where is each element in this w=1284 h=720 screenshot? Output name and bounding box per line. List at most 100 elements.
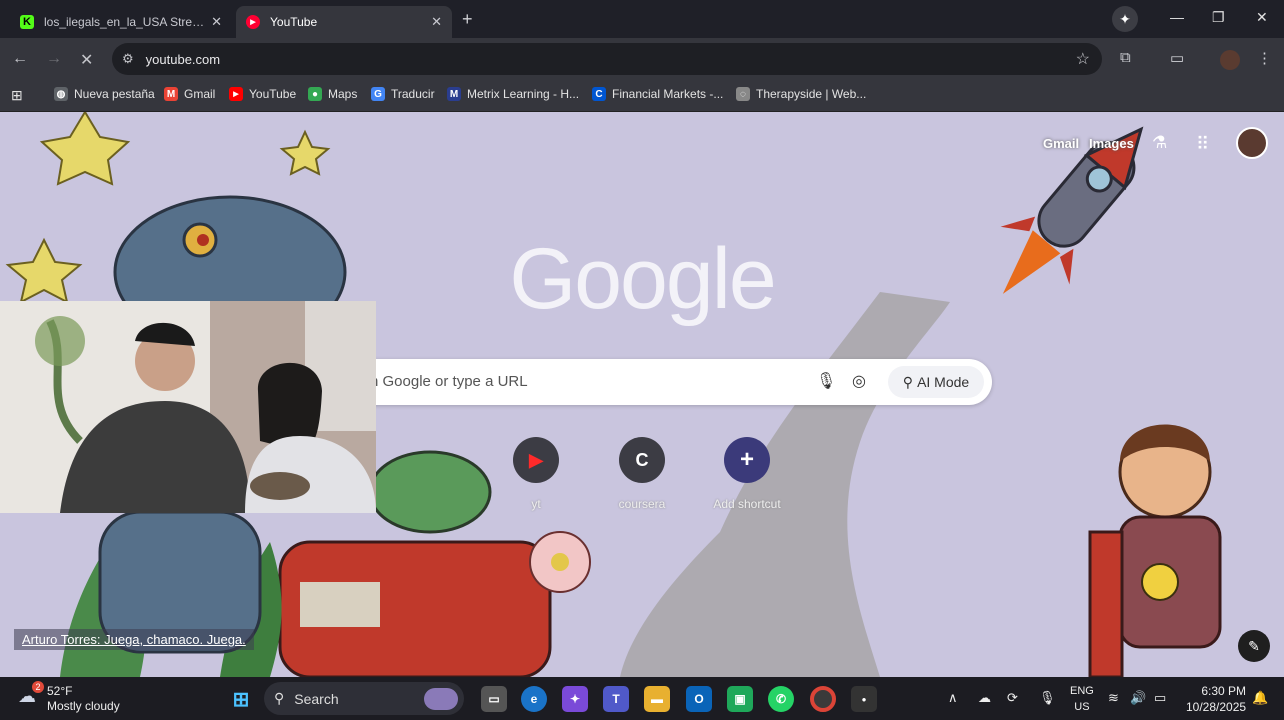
theme-attribution-link[interactable]: Arturo Torres: Juega, chamaco. Juega. <box>14 629 254 650</box>
webcam-overlay <box>0 301 376 513</box>
images-link[interactable]: Images <box>1089 136 1134 151</box>
apps-grid-icon[interactable]: ⊞ <box>11 87 23 104</box>
bookmark-label: Therapyside | Web... <box>756 87 867 101</box>
close-window-button[interactable]: ✕ <box>1256 9 1268 26</box>
gemini-icon[interactable]: ✦ <box>1112 6 1138 32</box>
lang-region: US <box>1074 701 1090 713</box>
tray-mic-icon[interactable]: 🎙 <box>1039 690 1056 706</box>
therapyside-icon: ◌ <box>736 87 750 101</box>
edge-icon[interactable]: e <box>521 686 547 712</box>
bookmark-maps[interactable]: ● Maps <box>308 87 357 101</box>
search-box[interactable]: h Google or type a URL 🎙 ◎ ⚲ AI Mode <box>290 359 992 405</box>
bookmark-label: Metrix Learning - H... <box>467 87 580 101</box>
file-explorer-icon[interactable]: ▬ <box>644 686 670 712</box>
maps-icon: ● <box>308 87 322 101</box>
account-avatar[interactable] <box>1236 127 1268 159</box>
task-view-icon[interactable]: ▭ <box>481 686 507 712</box>
bookmark-youtube[interactable]: ▶ YouTube <box>229 87 296 101</box>
obs-icon[interactable]: ● <box>851 686 877 712</box>
omnibox-url[interactable]: youtube.com <box>146 52 220 67</box>
microphone-icon[interactable]: 🎙 <box>816 371 836 391</box>
cast-icon[interactable]: ▭ <box>1170 49 1184 67</box>
notifications-icon[interactable]: 🔔 <box>1252 690 1268 706</box>
bookmark-label: YouTube <box>249 87 297 101</box>
search-placeholder: h Google or type a URL <box>370 373 528 390</box>
translate-icon: G <box>371 87 385 101</box>
gmail-link[interactable]: Gmail <box>1043 136 1079 151</box>
new-tab-button[interactable]: + <box>462 9 473 30</box>
ai-mode-button[interactable]: ⚲ AI Mode <box>888 366 984 398</box>
bookmark-metrix[interactable]: M Metrix Learning - H... <box>447 87 579 101</box>
wifi-icon[interactable]: ≋ <box>1108 690 1119 706</box>
crayon-decoration <box>1088 530 1124 677</box>
close-tab-icon[interactable]: ✕ <box>211 14 222 30</box>
webcam-feed <box>0 301 376 513</box>
tab-strip: K los_ilegals_en_la_USA Stream - ‘ ✕ ▶ Y… <box>0 0 1284 38</box>
bookmark-label: Maps <box>328 87 358 101</box>
extensions-icon[interactable]: ⧉ <box>1120 49 1131 66</box>
chrome-icon[interactable] <box>810 686 836 712</box>
whatsapp-icon[interactable]: ✆ <box>768 686 794 712</box>
clock-date: 10/28/2025 <box>1186 700 1247 714</box>
bookmark-therapyside[interactable]: ◌ Therapyside | Web... <box>736 87 866 101</box>
tab-stream[interactable]: K los_ilegals_en_la_USA Stream - ‘ ✕ <box>10 6 232 38</box>
site-info-icon[interactable]: ⚙ <box>122 51 134 67</box>
back-button[interactable]: ← <box>12 50 28 68</box>
metrix-icon: M <box>447 87 461 101</box>
bookmark-gmail[interactable]: M Gmail <box>164 87 215 101</box>
new-tab-page: Gmail Images ⚗ ⠿ Google h Google or type… <box>0 112 1284 677</box>
bookmark-star-icon[interactable]: ☆ <box>1076 49 1090 69</box>
shortcut-yt[interactable]: ▶ yt <box>491 437 581 511</box>
minimize-button[interactable]: — <box>1170 9 1184 25</box>
shortcut-label: yt <box>531 497 541 511</box>
omnibox[interactable]: ⚙ youtube.com ☆ <box>112 43 1102 75</box>
star-decoration <box>39 112 131 186</box>
close-tab-icon[interactable]: ✕ <box>431 14 442 30</box>
weather-desc: Mostly cloudy <box>47 699 120 713</box>
battery-icon[interactable]: ▭ <box>1154 690 1166 706</box>
weather-temp: 52°F <box>47 684 73 698</box>
toolbar: ← → ✕ ⚙ youtube.com ☆ ⧉ ▭ ⋮ <box>0 38 1284 80</box>
kick-icon: K <box>20 15 34 29</box>
labs-icon[interactable]: ⚗ <box>1152 133 1167 153</box>
shortcut-label: coursera <box>618 497 666 511</box>
copilot-icon[interactable]: ✦ <box>562 686 588 712</box>
customize-pencil-icon[interactable]: ✎ <box>1238 630 1270 662</box>
ai-mode-label: AI Mode <box>917 374 970 390</box>
tray-sync-icon[interactable]: ⟳ <box>1007 690 1018 706</box>
google-lens-icon[interactable]: ◎ <box>852 371 866 391</box>
xbox-icon[interactable]: ▣ <box>727 686 753 712</box>
bookmark-financial-markets[interactable]: C Financial Markets -... <box>592 87 723 101</box>
bookmark-label: Gmail <box>184 87 216 101</box>
search-icon: ⚲ <box>274 690 285 706</box>
google-apps-icon[interactable]: ⠿ <box>1196 134 1209 155</box>
bookmark-traducir[interactable]: G Traducir <box>371 87 435 101</box>
taskbar-clock[interactable]: 6:30 PM 10/28/2025 <box>1186 683 1246 715</box>
windows-start-icon[interactable]: ⊞ <box>228 686 254 712</box>
star-decoration <box>279 129 331 176</box>
profile-avatar[interactable] <box>1220 50 1240 70</box>
bookmark-label: Traducir <box>391 87 435 101</box>
language-indicator[interactable]: ENG US <box>1070 683 1094 715</box>
windows-taskbar: ☁ 2 52°F Mostly cloudy ⊞ ⚲ Search ▭ e ✦ … <box>0 677 1284 720</box>
bookmark-nueva-pestana[interactable]: ◍ Nueva pestaña <box>54 87 155 101</box>
taskbar-search[interactable]: ⚲ Search <box>264 682 464 715</box>
teams-icon[interactable]: T <box>603 686 629 712</box>
outlook-icon[interactable]: O <box>686 686 712 712</box>
tray-overflow-icon[interactable]: ∧ <box>948 690 958 706</box>
volume-icon[interactable]: 🔊 <box>1130 690 1146 706</box>
forward-button[interactable]: → <box>46 50 62 68</box>
tab-youtube[interactable]: ▶ YouTube ✕ <box>236 6 452 38</box>
bookmarks-bar: ⊞ ◍ Nueva pestaña M Gmail ▶ YouTube ● Maps G… <box>0 80 1284 112</box>
lang-code: ENG <box>1070 685 1094 697</box>
shortcut-label: Add shortcut <box>713 497 781 511</box>
shortcut-coursera[interactable]: C coursera <box>597 437 687 511</box>
bookmark-label: Financial Markets -... <box>612 87 724 101</box>
taskbar-search-label: Search <box>294 690 339 707</box>
menu-icon[interactable]: ⋮ <box>1257 49 1272 67</box>
restore-button[interactable]: ❐ <box>1212 9 1225 26</box>
gmail-icon: M <box>164 87 178 101</box>
stop-button[interactable]: ✕ <box>80 50 93 70</box>
add-shortcut-button[interactable]: + Add shortcut <box>702 437 792 511</box>
tray-cloud-icon[interactable]: ☁ <box>978 690 991 706</box>
